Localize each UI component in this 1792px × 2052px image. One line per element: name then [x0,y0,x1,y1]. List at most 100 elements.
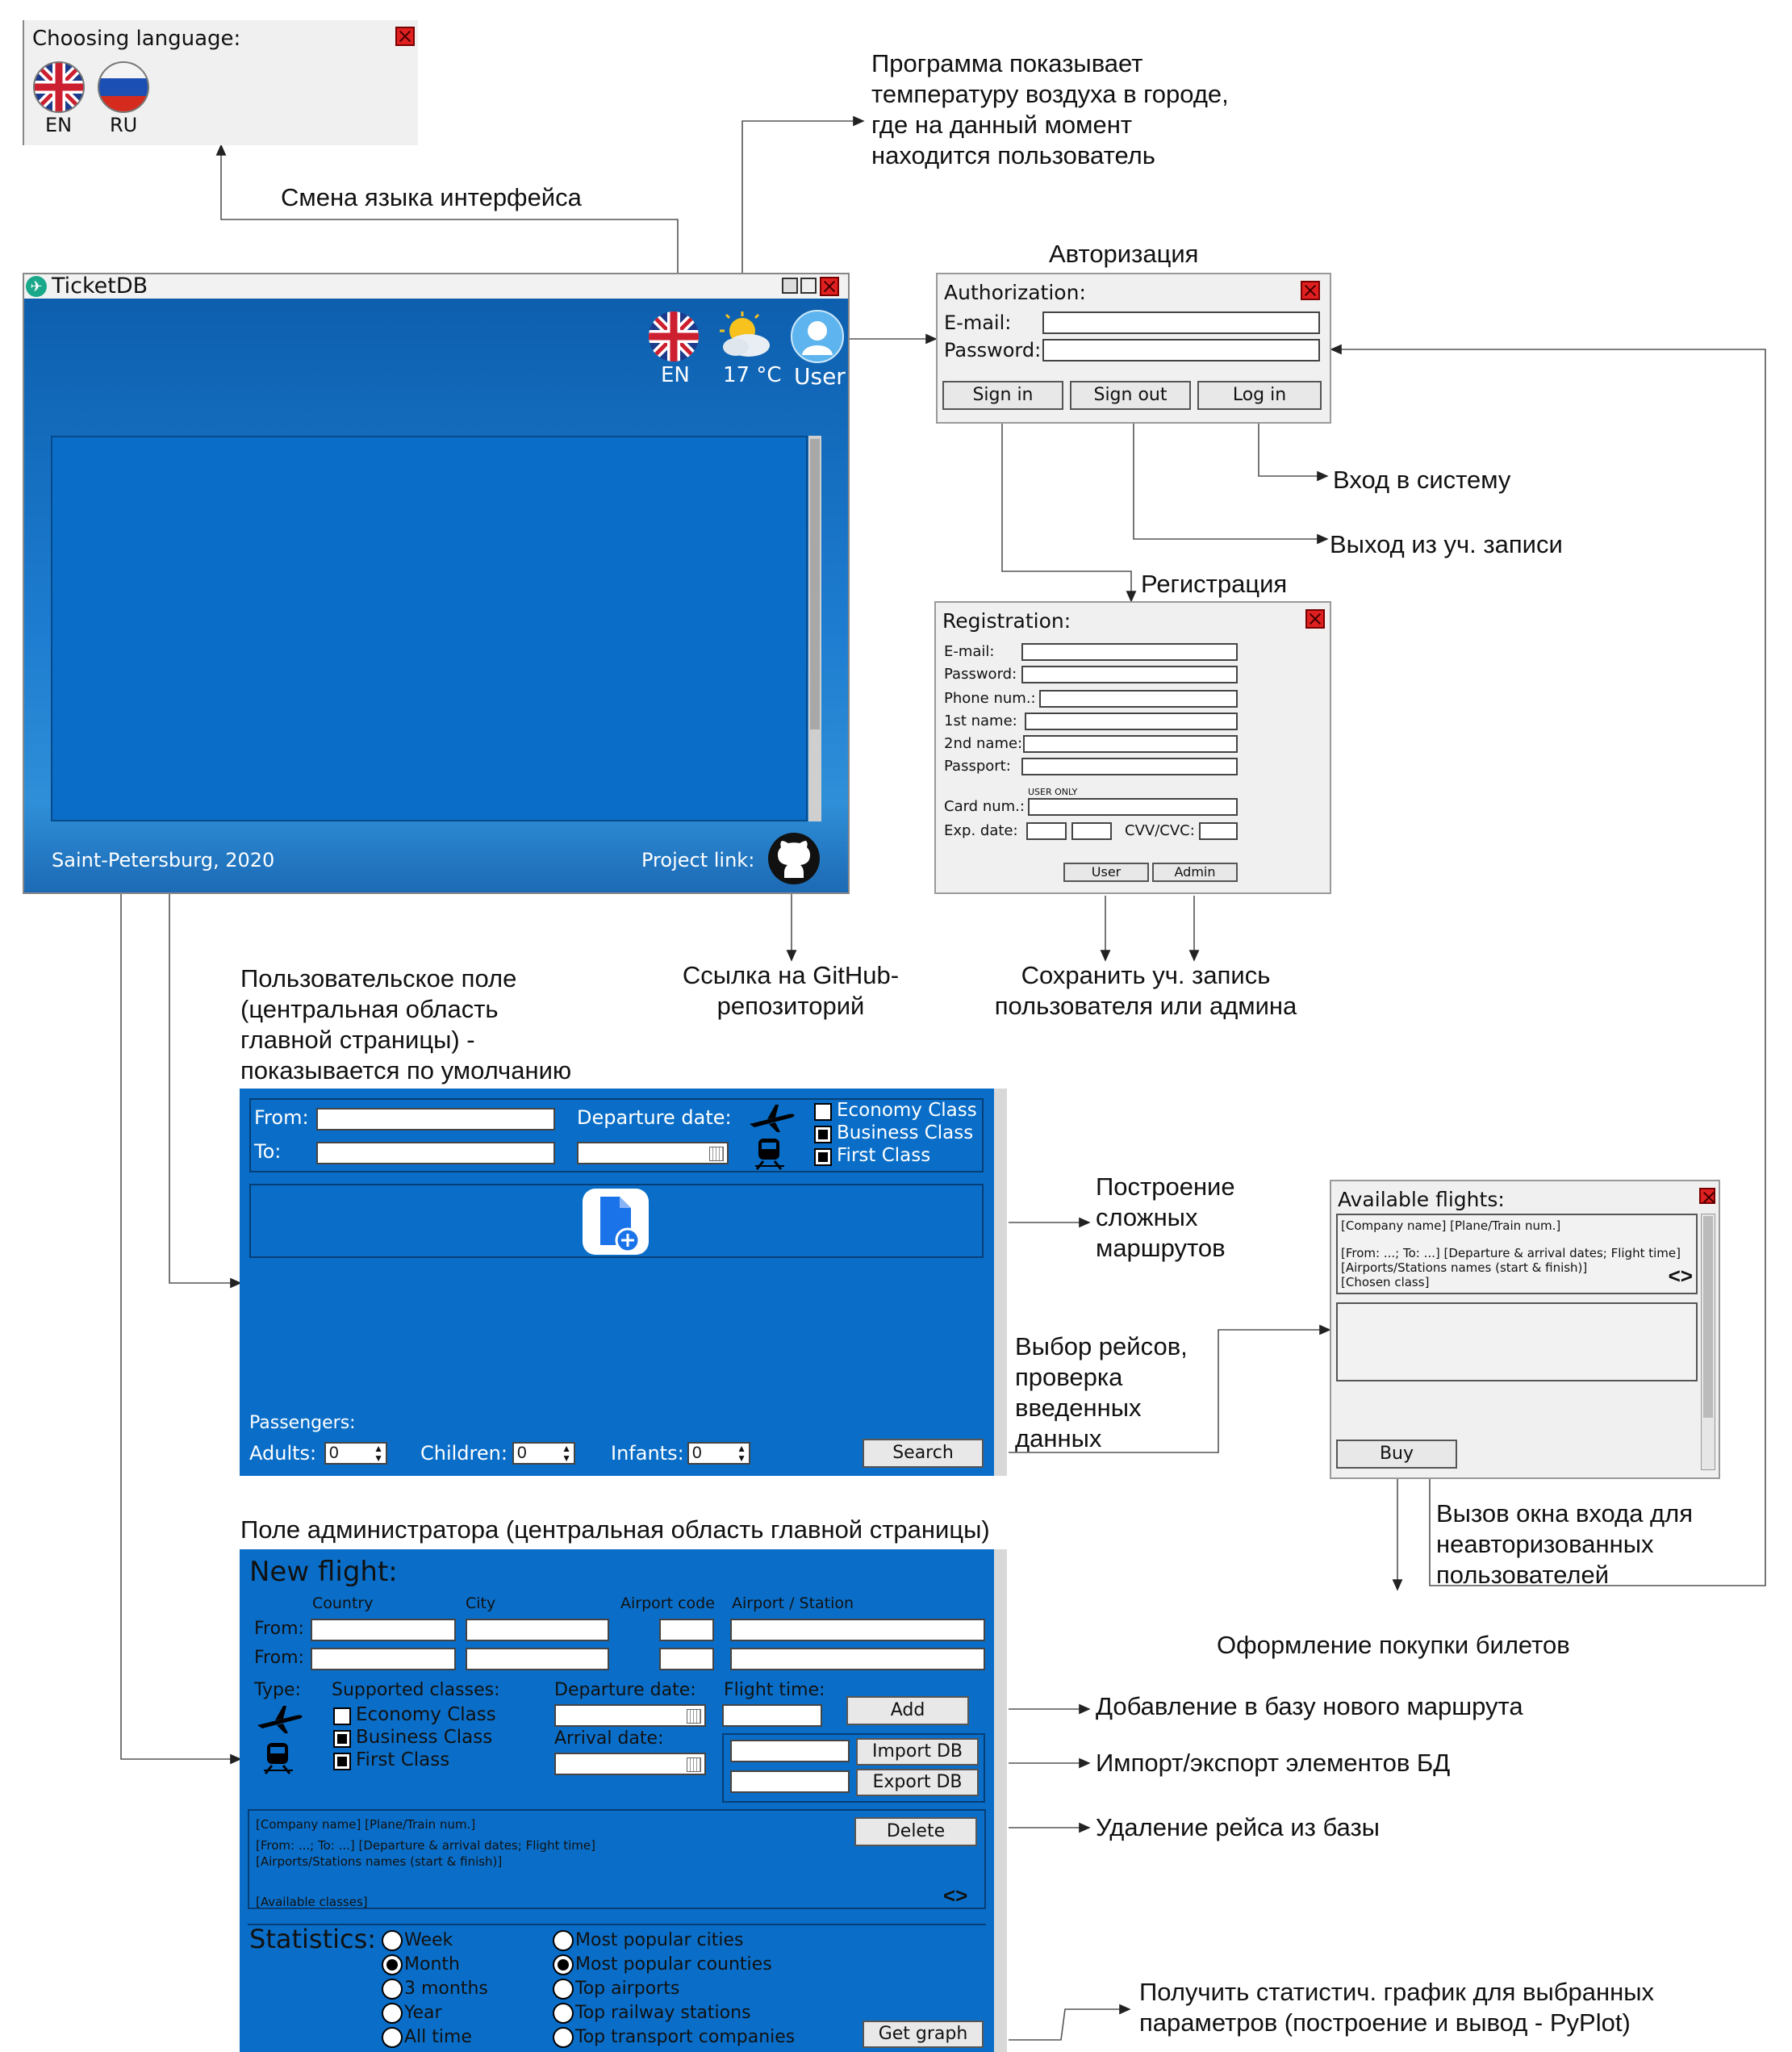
infants-stepper[interactable]: 0 ▲ ▼ [687,1442,750,1465]
to-country-field[interactable] [311,1648,456,1670]
annotation-login: Вход в систему [1333,466,1511,494]
buy-button[interactable]: Buy [1336,1440,1457,1469]
cvv-label: CVV/CVC: [1125,822,1195,839]
export-path-field[interactable] [730,1770,850,1793]
prev-next-icon[interactable]: <> [943,1885,967,1906]
prev-next-icon[interactable]: <> [1669,1265,1693,1286]
passport-field[interactable] [1021,758,1238,775]
close-icon[interactable] [820,277,839,296]
russia-flag-icon [98,61,149,113]
export-db-button[interactable]: Export DB [856,1769,979,1796]
maximize-button[interactable] [800,278,817,294]
minimize-button[interactable] [782,278,798,294]
user-avatar-button[interactable] [791,310,844,363]
phone-field[interactable] [1039,690,1238,708]
metric-radio-stations[interactable] [553,2003,574,2024]
metric-radio-airports[interactable] [553,1979,574,2000]
admin-arrival-field[interactable] [554,1753,706,1775]
reg-email-field[interactable] [1021,643,1238,661]
calendar-icon[interactable] [687,1709,701,1724]
log-in-button[interactable]: Log in [1197,381,1322,410]
central-area[interactable] [51,436,808,821]
from-airport-code-field[interactable] [659,1619,714,1641]
period-radio-all-time[interactable] [382,2027,403,2048]
stepper-arrows-icon[interactable]: ▲ ▼ [562,1444,571,1463]
from-label: From: [254,1106,309,1129]
to-city-field[interactable] [466,1648,609,1670]
metric-radio-companies[interactable] [553,2027,574,2048]
flights-scrollbar[interactable] [1701,1214,1715,1470]
country-header: Country [312,1594,374,1612]
stepper-arrows-icon[interactable]: ▲ ▼ [374,1444,383,1463]
close-icon[interactable] [1305,609,1325,629]
scrollbar-thumb[interactable] [810,439,820,729]
uk-flag-button[interactable] [32,61,86,114]
user-panel-scrollbar[interactable] [994,1089,1007,1476]
business-class-checkbox[interactable] [814,1126,832,1143]
passengers-label: Passengers: [249,1413,356,1433]
card-field[interactable] [1028,798,1238,816]
period-radio-3-months[interactable] [382,1979,403,2000]
close-icon[interactable] [1301,281,1320,300]
admin-economy-checkbox[interactable] [333,1707,351,1725]
github-icon[interactable] [768,833,820,884]
to-airport-station-field[interactable] [730,1648,985,1670]
calendar-icon[interactable] [709,1147,724,1161]
departure-date-field[interactable] [577,1142,729,1164]
reg-password-label: Password: [944,666,1017,683]
cvv-field[interactable] [1199,822,1238,840]
search-button[interactable]: Search [863,1439,984,1468]
metric-radio-cities[interactable] [553,1930,574,1951]
reg-password-field[interactable] [1021,666,1238,683]
from-country-field[interactable] [311,1619,456,1641]
admin-business-checkbox[interactable] [333,1730,351,1748]
second-name-field[interactable] [1023,735,1238,753]
delete-button[interactable]: Delete [854,1817,977,1846]
adults-stepper[interactable]: 0 ▲ ▼ [324,1442,387,1465]
period-radio-week[interactable] [382,1930,403,1951]
exp-month-field[interactable] [1026,822,1067,840]
close-icon[interactable] [1699,1188,1715,1204]
flight-card[interactable]: [Company name] [Plane/Train num.] [From:… [1336,1214,1698,1294]
ru-flag-button[interactable] [97,61,150,114]
first-class-checkbox[interactable] [814,1148,832,1166]
admin-first-checkbox[interactable] [333,1753,351,1770]
save-admin-button[interactable]: Admin [1152,863,1238,882]
sign-out-button[interactable]: Sign out [1070,381,1191,410]
language-button[interactable] [647,310,700,363]
stepper-arrows-icon[interactable]: ▲ ▼ [737,1444,746,1463]
calendar-icon[interactable] [687,1757,701,1772]
from-field[interactable] [316,1108,555,1130]
metric-radio-countries[interactable] [553,1954,574,1975]
scrollbar-thumb[interactable] [1703,1216,1713,1418]
import-db-button[interactable]: Import DB [856,1738,979,1766]
import-path-field[interactable] [730,1740,850,1762]
add-button[interactable]: Add [846,1696,969,1725]
save-user-button[interactable]: User [1063,863,1149,882]
exp-year-field[interactable] [1071,822,1112,840]
period-radio-month[interactable] [382,1954,403,1975]
from-city-field[interactable] [466,1619,609,1641]
to-airport-code-field[interactable] [659,1648,714,1670]
admin-departure-field[interactable] [554,1704,706,1727]
scrollbar[interactable] [808,436,821,821]
adults-label: Adults: [249,1442,317,1465]
admin-panel-scrollbar[interactable] [994,1549,1007,2052]
second-name-label: 2nd name: [944,735,1023,752]
children-stepper[interactable]: 0 ▲ ▼ [512,1442,575,1465]
add-route-button[interactable] [583,1189,649,1255]
economy-class-checkbox[interactable] [814,1103,832,1121]
admin-first-label: First Class [356,1749,450,1770]
to-field[interactable] [316,1142,555,1164]
annotation-logout: Выход из уч. записи [1330,530,1563,558]
sign-in-button[interactable]: Sign in [942,381,1063,410]
close-icon[interactable] [395,27,415,46]
password-field[interactable] [1042,339,1320,362]
first-name-field[interactable] [1025,713,1238,730]
admin-arrival-label: Arrival date: [554,1728,664,1749]
flight-time-field[interactable] [722,1704,822,1727]
email-field[interactable] [1042,311,1320,334]
from-airport-station-field[interactable] [730,1619,985,1641]
period-radio-year[interactable] [382,2003,403,2024]
get-graph-button[interactable]: Get graph [863,2021,984,2048]
